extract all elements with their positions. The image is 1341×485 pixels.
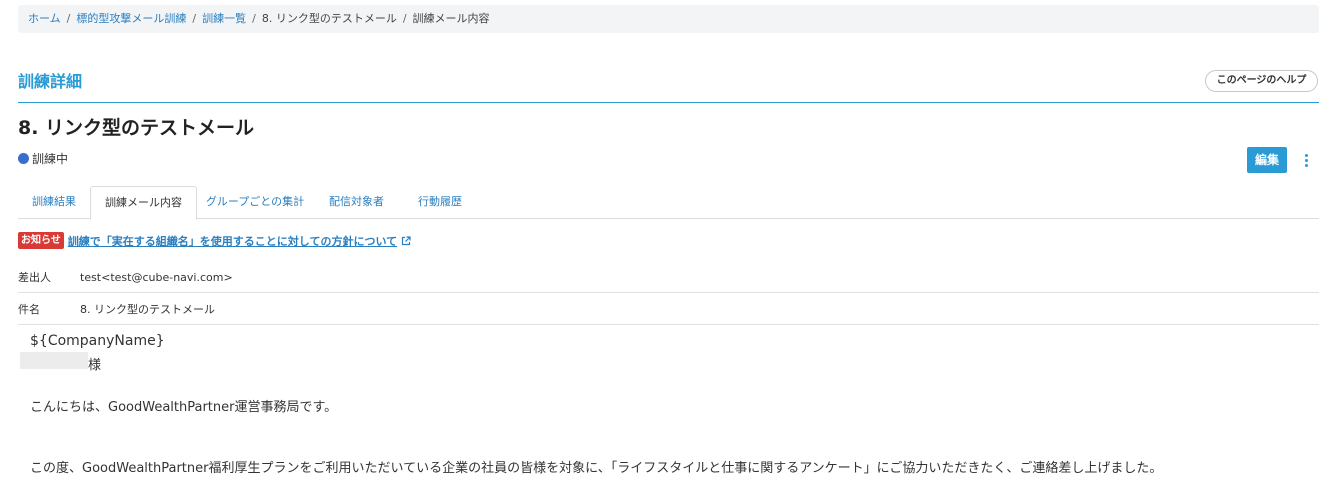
mail-body-paragraph: この度、GoodWealthPartner福利厚生プランをご利用いただいている企… [30, 461, 1163, 476]
mail-body-honorific: 様 [88, 358, 102, 373]
subject-row: 件名 8. リンク型のテストメール [18, 295, 1319, 325]
status-dot-icon [18, 153, 29, 164]
status-indicator: 訓練中 [18, 150, 68, 167]
notice-badge: お知らせ [18, 232, 64, 249]
breadcrumb-current: 訓練メール内容 [412, 12, 490, 25]
sender-label: 差出人 [18, 271, 51, 284]
redacted-block [20, 352, 88, 369]
tab-action-history[interactable]: 行動履歴 [400, 186, 480, 219]
breadcrumb-phishing-training[interactable]: 標的型攻撃メール訓練 [76, 12, 186, 25]
vertical-ellipsis-icon[interactable] [1299, 150, 1313, 170]
breadcrumb-separator: / [192, 12, 197, 25]
external-link-icon[interactable] [401, 235, 411, 246]
tab-training-mail-content[interactable]: 訓練メール内容 [90, 186, 197, 220]
sender-value: test<test@cube-navi.com> [80, 271, 233, 284]
mail-body-greeting: こんにちは、GoodWealthPartner運営事務局です。 [30, 400, 338, 415]
notice: お知らせ 訓練で「実在する組織名」を使用することに対しての方針について [18, 232, 411, 249]
edit-button[interactable]: 編集 [1247, 147, 1287, 173]
tab-group-summary[interactable]: グループごとの集計 [197, 186, 313, 219]
tab-bar: 訓練結果 訓練メール内容 グループごとの集計 配信対象者 行動履歴 [18, 186, 1319, 220]
breadcrumb-separator: / [66, 12, 71, 25]
breadcrumb-separator: / [252, 12, 256, 25]
section-title: 訓練詳細 [18, 72, 83, 91]
notice-policy-link[interactable]: 訓練で「実在する組織名」を使用することに対しての方針について [68, 233, 397, 249]
tab-recipients[interactable]: 配信対象者 [313, 186, 400, 219]
mail-body-company-placeholder: ${CompanyName} [30, 333, 165, 349]
status-label: 訓練中 [32, 152, 69, 166]
title-divider [18, 102, 1319, 103]
sender-row: 差出人 test<test@cube-navi.com> [18, 263, 1319, 293]
breadcrumb-home[interactable]: ホーム [28, 12, 61, 25]
breadcrumb: ホーム / 標的型攻撃メール訓練 / 訓練一覧 / 8. リンク型のテストメール / 訓練メール… [18, 5, 1319, 33]
breadcrumb-separator: / [402, 12, 407, 25]
tab-training-results[interactable]: 訓練結果 [18, 186, 90, 219]
subject-label: 件名 [18, 303, 40, 316]
page-title: 8. リンク型のテストメール [18, 117, 255, 139]
breadcrumb-training-list[interactable]: 訓練一覧 [202, 12, 246, 25]
subject-value: 8. リンク型のテストメール [80, 303, 215, 316]
help-button[interactable]: このページのヘルプ [1205, 70, 1318, 92]
breadcrumb-training-name: 8. リンク型のテストメール [261, 12, 397, 25]
